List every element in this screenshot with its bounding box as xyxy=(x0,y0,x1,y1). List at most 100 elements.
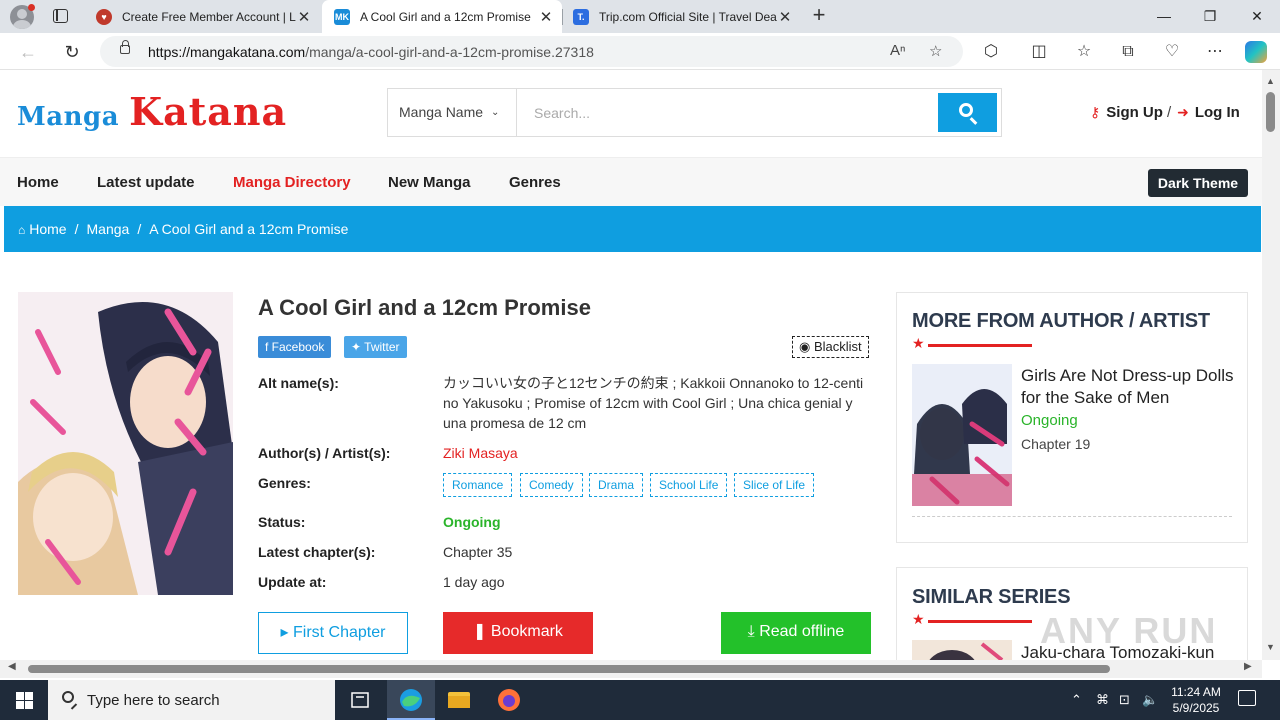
author-link[interactable]: Ziki Masaya xyxy=(443,445,518,461)
horizontal-scroll-thumb[interactable] xyxy=(28,665,1110,673)
heart-shield-icon: ♥ xyxy=(96,8,112,25)
girls-dolls-chapter-link[interactable]: Chapter 19 xyxy=(1021,436,1090,452)
similar-series-title: SIMILAR SERIES xyxy=(912,586,1071,608)
read-offline-button[interactable]: ⤓ Read offline xyxy=(721,612,871,654)
caret-right-icon: ▸ xyxy=(280,624,293,641)
site-logo[interactable]: Manga Katana xyxy=(17,88,288,134)
key-icon: ⚷ xyxy=(1090,104,1101,120)
genre-tag-school-life[interactable]: School Life xyxy=(650,473,728,497)
blacklist-label: Blacklist xyxy=(813,339,862,354)
panel-divider xyxy=(912,516,1232,517)
nav-home[interactable]: Home xyxy=(17,174,59,191)
alt-names-value: カッコいい女の子と12センチの約束 ; Kakkoii Onnanoko to … xyxy=(443,375,864,431)
more-from-author-title: MORE FROM AUTHOR / ARTIST xyxy=(912,310,1210,332)
genre-tag-drama[interactable]: Drama xyxy=(589,473,644,497)
new-tab-icon[interactable]: + xyxy=(808,4,830,28)
tray-overflow-chevron-icon[interactable]: ⌃ xyxy=(1071,692,1082,708)
collections-icon[interactable]: ⧉ xyxy=(1115,39,1141,65)
nav-manga-directory[interactable]: Manga Directory xyxy=(233,174,351,191)
breadcrumb-home[interactable]: Home xyxy=(29,221,66,237)
scroll-left-icon[interactable]: ◀ xyxy=(8,661,16,672)
nav-latest-update[interactable]: Latest update xyxy=(97,174,195,191)
dark-theme-button[interactable]: Dark Theme xyxy=(1148,169,1248,197)
genre-tag-slice-of-life[interactable]: Slice of Life xyxy=(734,473,815,497)
manga-cover-image[interactable] xyxy=(18,292,233,595)
notification-center-icon[interactable] xyxy=(1238,690,1256,706)
browser-essentials-icon[interactable]: ♡ xyxy=(1159,39,1185,65)
tab-manga-page[interactable]: MK A Cool Girl and a 12cm Promise ✕ xyxy=(322,0,562,33)
system-clock[interactable]: 11:24 AM 5/9/2025 xyxy=(1160,684,1232,716)
girls-dolls-cover-image[interactable] xyxy=(912,364,1012,506)
firefox-icon[interactable] xyxy=(485,680,533,720)
url-domain: https://mangakatana.com xyxy=(148,44,306,60)
breadcrumb-manga[interactable]: Manga xyxy=(87,221,130,237)
search-button[interactable] xyxy=(938,93,997,132)
twitter-share-button[interactable]: ✦ Twitter xyxy=(344,336,407,358)
minimize-icon[interactable]: — xyxy=(1141,0,1187,32)
facebook-icon: f xyxy=(265,340,272,354)
address-bar[interactable]: https://mangakatana.com/manga/a-cool-gir… xyxy=(100,36,963,67)
nav-new-manga[interactable]: New Manga xyxy=(388,174,471,191)
restore-icon[interactable]: ❐ xyxy=(1187,0,1233,32)
volume-icon[interactable]: 🔈 xyxy=(1142,692,1158,708)
refresh-icon[interactable]: ↻ xyxy=(58,38,86,66)
close-tab-icon[interactable]: ✕ xyxy=(538,8,554,26)
status-value: Ongoing xyxy=(443,514,501,530)
close-tab-icon[interactable]: ✕ xyxy=(777,8,793,26)
network-icon[interactable]: ⊡ xyxy=(1119,692,1130,708)
manga-title: A Cool Girl and a 12cm Promise xyxy=(258,295,591,320)
scroll-right-icon[interactable]: ▶ xyxy=(1244,661,1252,672)
url-text[interactable]: https://mangakatana.com/manga/a-cool-gir… xyxy=(148,44,594,60)
favorites-icon[interactable]: ☆ xyxy=(1071,39,1097,65)
split-screen-icon[interactable]: ◫ xyxy=(1026,39,1052,65)
anyrun-watermark: ANY RUN xyxy=(1040,610,1218,651)
signup-link[interactable]: Sign Up xyxy=(1106,104,1163,121)
genres-label: Genres: xyxy=(258,475,311,491)
windows-start-icon[interactable] xyxy=(0,680,48,720)
more-menu-icon[interactable]: ⋯ xyxy=(1202,39,1228,65)
taskbar-search[interactable]: Type here to search xyxy=(48,680,335,720)
bookmark-button[interactable]: ❚ Bookmark xyxy=(443,612,593,654)
nav-genres[interactable]: Genres xyxy=(509,174,561,191)
jaku-chara-cover-image[interactable] xyxy=(912,640,1012,660)
genre-tag-comedy[interactable]: Comedy xyxy=(520,473,583,497)
horizontal-scrollbar[interactable]: ◀ ▶ xyxy=(0,660,1262,678)
blacklist-button[interactable]: ◉ Blacklist xyxy=(792,336,869,358)
auth-links: ⚷ Sign Up / ➜ Log In xyxy=(1090,104,1240,121)
tab-create-account[interactable]: ♥ Create Free Member Account | Lit ✕ xyxy=(84,0,320,33)
back-icon[interactable]: ← xyxy=(14,38,42,66)
first-chapter-button[interactable]: ▸ First Chapter xyxy=(258,612,408,654)
browser-tab-bar: ♥ Create Free Member Account | Lit ✕ MK … xyxy=(0,0,1280,33)
update-label: Update at: xyxy=(258,574,327,590)
search-icon xyxy=(959,103,973,117)
search-category-select[interactable]: Manga Name ⌄ xyxy=(388,89,517,136)
lock-icon[interactable] xyxy=(120,40,130,54)
logo-text-katana: Katana xyxy=(129,89,288,134)
close-tab-icon[interactable]: ✕ xyxy=(296,8,312,26)
clock-time: 11:24 AM xyxy=(1171,685,1221,699)
facebook-share-label: Facebook xyxy=(271,340,325,354)
read-aloud-icon[interactable]: Aⁿ xyxy=(890,42,905,59)
star-icon: ★ xyxy=(912,611,925,627)
vertical-scroll-thumb[interactable] xyxy=(1266,92,1275,132)
tab-trip[interactable]: T. Trip.com Official Site | Travel Deal … xyxy=(561,0,801,33)
extensions-icon[interactable]: ⬡ xyxy=(978,39,1004,65)
vertical-scrollbar[interactable]: ▲ ▼ xyxy=(1262,70,1280,660)
favorite-star-icon[interactable]: ☆ xyxy=(929,42,942,60)
close-window-icon[interactable]: ✕ xyxy=(1234,0,1280,32)
edge-taskbar-icon[interactable] xyxy=(387,680,435,720)
facebook-share-button[interactable]: f Facebook xyxy=(258,336,332,358)
girls-dolls-title-link[interactable]: Girls Are Not Dress-up Dolls for the Sak… xyxy=(1021,365,1239,409)
genre-tag-romance[interactable]: Romance xyxy=(443,473,513,497)
task-view-icon[interactable] xyxy=(336,680,384,720)
search-input[interactable] xyxy=(518,89,938,136)
scroll-down-icon[interactable]: ▼ xyxy=(1266,642,1275,652)
latest-chapter-link[interactable]: Chapter 35 xyxy=(443,544,512,560)
file-explorer-icon[interactable] xyxy=(435,680,483,720)
tab-actions-icon[interactable] xyxy=(53,9,68,23)
login-link[interactable]: Log In xyxy=(1195,104,1240,121)
scroll-up-icon[interactable]: ▲ xyxy=(1266,76,1275,86)
meet-now-icon[interactable]: ⌘ xyxy=(1096,692,1109,708)
copilot-icon[interactable] xyxy=(1245,41,1267,63)
twitter-icon: ✦ xyxy=(351,340,365,354)
